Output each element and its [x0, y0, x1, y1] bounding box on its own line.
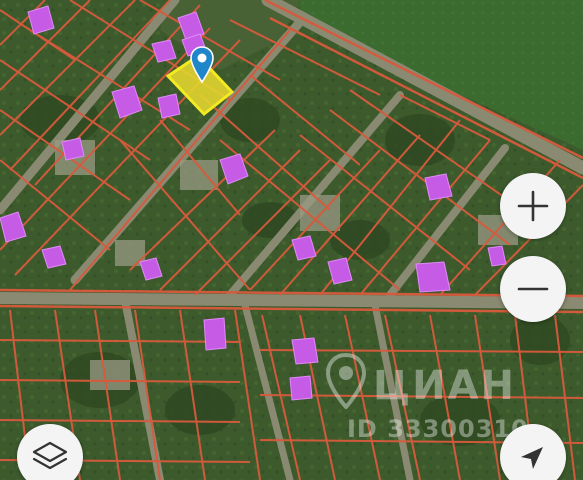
zoom-out-button[interactable] — [500, 256, 566, 322]
map-pin-icon[interactable] — [190, 46, 214, 84]
map-view[interactable]: ЦИАН ID 33300310 — [0, 0, 583, 480]
navigation-arrow-icon — [521, 447, 543, 469]
zoom-in-button[interactable] — [500, 173, 566, 239]
minus-icon — [517, 287, 549, 291]
plus-icon — [517, 190, 549, 222]
satellite-map[interactable] — [0, 0, 583, 480]
layers-icon — [32, 441, 68, 470]
